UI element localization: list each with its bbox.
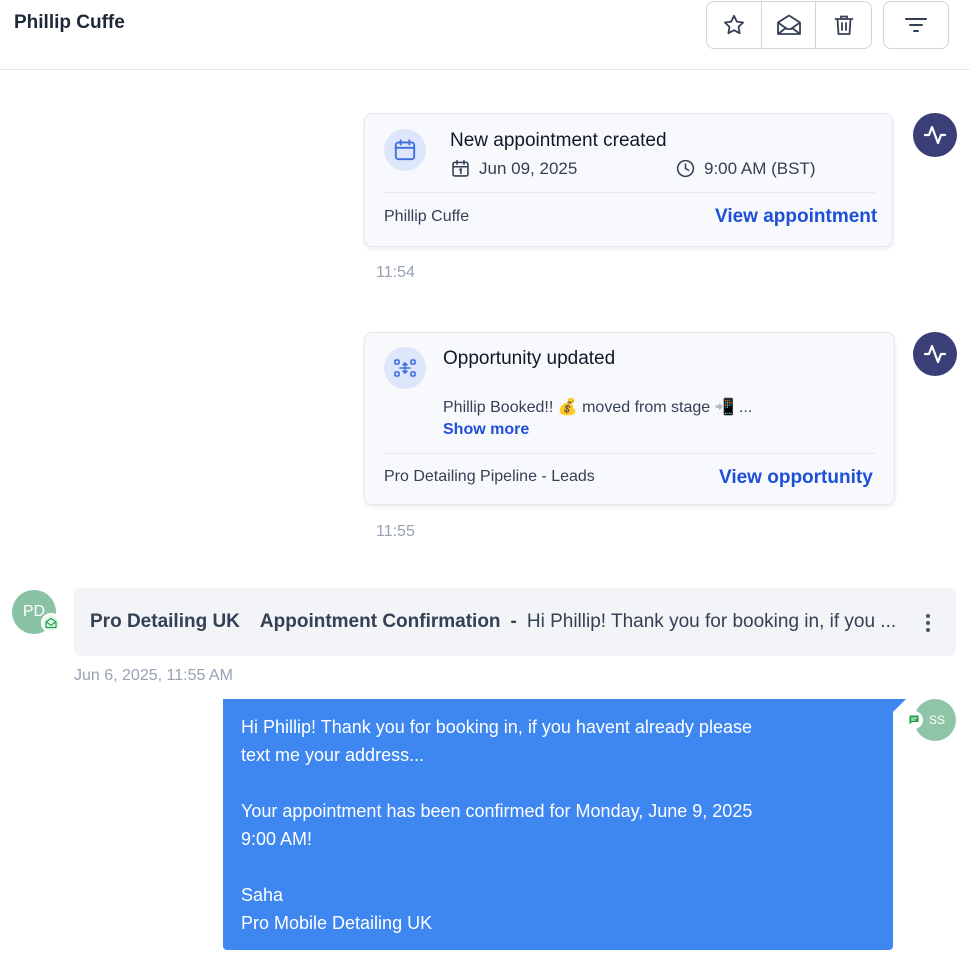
message-line: Pro Mobile Detailing UK [241,913,433,933]
activity-avatar [913,332,957,376]
mail-open-icon [45,617,57,629]
message-line: 9:00 AM! [241,829,313,849]
pipeline-icon-badge [384,347,426,389]
activity-pulse-icon [923,344,947,364]
message-line: Your appointment has been confirmed for … [241,801,753,821]
email-sender: Pro Detailing UK [90,611,240,632]
appointment-time: 9:00 AM (BST) [675,158,815,179]
trash-icon [834,15,854,35]
sms-channel-badge [905,711,923,729]
email-timestamp: Jun 6, 2025, 11:55 AM [74,667,233,684]
show-more-link[interactable]: Show more [443,421,529,439]
outgoing-message-bubble: Hi Phillip! Thank you for booking in, if… [223,699,893,950]
mail-open-icon [776,14,801,35]
card-divider [384,192,875,193]
activity-title: New appointment created [450,130,667,151]
activity-timestamp: 11:55 [376,523,415,540]
activity-pulse-icon [923,125,947,145]
card-divider [384,453,875,454]
mark-read-button[interactable] [762,2,817,48]
bubble-tail [888,699,906,717]
email-message-row[interactable]: Pro Detailing UK Appointment Confirmatio… [74,588,956,656]
calendar-icon [394,139,416,161]
more-options-button[interactable] [916,612,940,634]
message-line [241,769,875,797]
star-icon [723,14,744,35]
kebab-menu-icon [926,614,930,632]
opportunity-activity-card: Opportunity updated Phillip Booked!! 💰 m… [364,332,895,505]
message-line: Saha [241,885,284,905]
activity-title: Opportunity updated [443,348,616,369]
chat-bubble-icon [909,715,919,725]
email-preview: Hi Phillip! Thank you for booking in, if… [526,611,897,632]
calendar-day-icon [452,159,469,177]
pipeline-name: Pro Detailing Pipeline - Leads [384,468,595,485]
appointment-contact: Phillip Cuffe [384,208,470,225]
email-subject: Appointment Confirmation [259,611,501,632]
opportunity-summary: Phillip Booked!! 💰 moved from stage 📲 ..… [443,399,753,416]
clock-icon [676,159,695,178]
header-action-group [706,1,872,49]
calendar-icon-badge [384,129,426,171]
view-appointment-link[interactable]: View appointment [715,206,877,228]
star-button[interactable] [707,2,762,48]
activity-timestamp: 11:54 [376,264,415,281]
appointment-date-text: Jun 09, 2025 [479,158,578,178]
email-separator: - [510,611,517,632]
pipeline-icon [394,359,416,377]
view-opportunity-link[interactable]: View opportunity [719,467,873,489]
message-line: Hi Phillip! Thank you for booking in, if… [241,717,752,737]
conversation-header: Phillip Cuffe [0,0,970,70]
activity-avatar [913,113,957,157]
appointment-activity-card: New appointment created Jun 09, 2025 9:0… [364,113,893,247]
filter-lines-icon [905,18,927,32]
appointment-time-text: 9:00 AM (BST) [704,158,816,178]
appointment-date: Jun 09, 2025 [450,158,577,179]
email-channel-badge [41,613,61,633]
delete-button[interactable] [816,2,871,48]
filter-button[interactable] [883,1,949,49]
contact-name: Phillip Cuffe [14,12,125,33]
message-line [241,853,875,881]
message-line: text me your address... [241,745,425,765]
